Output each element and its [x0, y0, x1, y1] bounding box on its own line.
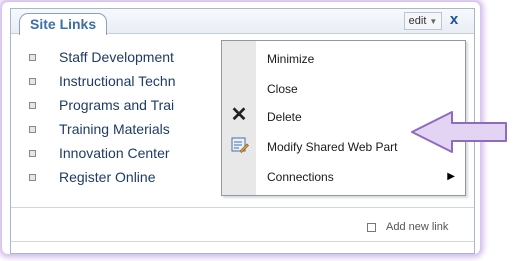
menu-item-label: Delete	[267, 110, 302, 124]
add-new-link[interactable]: Add new link	[367, 221, 448, 233]
menu-item-label: Modify Shared Web Part	[267, 140, 398, 154]
list-item[interactable]: Staff Development	[11, 47, 231, 67]
menu-item-label: Connections	[267, 170, 334, 184]
menu-item-minimize[interactable]: Minimize	[256, 46, 465, 72]
divider	[11, 207, 474, 208]
add-link-icon	[367, 222, 376, 232]
close-icon[interactable]: x	[446, 10, 462, 30]
add-new-link-label: Add new link	[386, 221, 449, 233]
menu-item-label: Close	[267, 82, 298, 96]
chevron-down-icon: ▼	[429, 17, 438, 26]
edit-menu-button[interactable]: edit ▼	[404, 12, 442, 30]
link-text[interactable]: Training Materials	[59, 119, 170, 139]
bullet-icon	[29, 150, 36, 157]
link-text[interactable]: Programs and Trai	[59, 95, 174, 115]
bullet-icon	[29, 126, 36, 133]
menu-item-close[interactable]: Close	[256, 76, 465, 102]
submenu-arrow-icon: ▶	[447, 171, 455, 182]
bullet-icon	[29, 102, 36, 109]
list-item[interactable]: Instructional Techn	[11, 71, 231, 91]
bullet-icon	[29, 78, 36, 85]
divider	[11, 241, 474, 242]
menu-item-label: Minimize	[267, 52, 315, 66]
callout-arrow	[411, 111, 507, 153]
list-item[interactable]: Training Materials	[11, 119, 231, 139]
edit-label: edit	[408, 15, 427, 27]
edit-web-part-icon	[231, 137, 249, 153]
link-text[interactable]: Staff Development	[59, 47, 174, 67]
site-links-web-part: Site Links edit ▼ x Staff Development Ins…	[10, 8, 475, 254]
list-item[interactable]: Register Online	[11, 167, 231, 187]
list-item[interactable]: Programs and Trai	[11, 95, 231, 115]
web-part-title-bar: Site Links edit ▼ x	[11, 9, 474, 35]
list-item[interactable]: Innovation Center	[11, 143, 231, 163]
menu-item-connections[interactable]: Connections ▶	[256, 164, 465, 190]
link-text[interactable]: Register Online	[59, 167, 156, 187]
delete-x-icon: ✕	[230, 104, 248, 126]
web-part-title: Site Links	[19, 13, 108, 35]
bullet-icon	[29, 174, 36, 181]
link-text[interactable]: Instructional Techn	[59, 71, 175, 91]
link-text[interactable]: Innovation Center	[59, 143, 170, 163]
bullet-icon	[29, 54, 36, 61]
